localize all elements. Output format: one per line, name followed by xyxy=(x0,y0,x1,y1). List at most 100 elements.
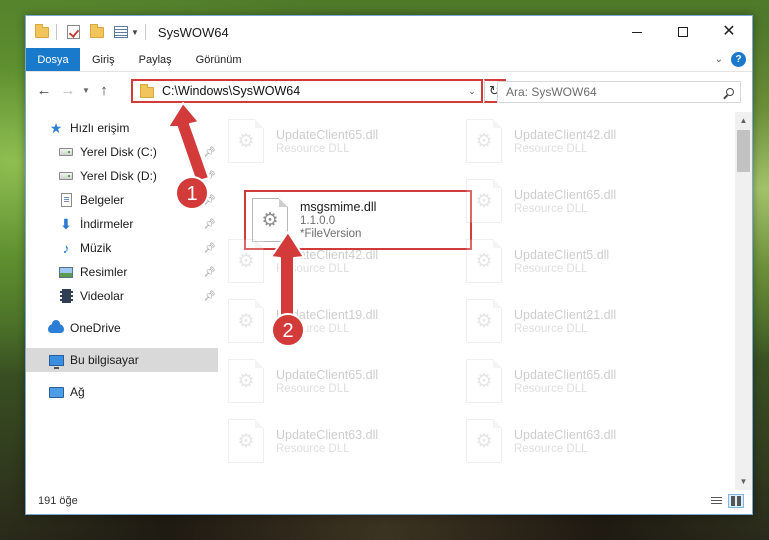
scroll-thumb[interactable] xyxy=(737,130,750,172)
file-description: Resource DLL xyxy=(276,442,350,455)
vertical-scrollbar[interactable]: ▲ ▼ xyxy=(735,112,752,490)
sidebar-item-label: Ağ xyxy=(70,385,85,399)
file-version: 1.1.0.0 xyxy=(300,215,336,227)
chevron-down-icon: ▼ xyxy=(82,85,90,95)
file-item[interactable]: ⚙ UpdateClient65.dll Resource DLL xyxy=(460,172,696,230)
documents-icon xyxy=(58,192,74,208)
pin-icon[interactable]: 📌︎ xyxy=(203,195,216,206)
chevron-down-icon[interactable]: ⌄ xyxy=(463,86,481,97)
help-icon[interactable]: ? xyxy=(731,52,746,67)
new-folder-icon[interactable] xyxy=(89,23,105,40)
file-item[interactable]: ⚙ UpdateClient63.dll Resource DLL xyxy=(222,412,458,470)
sidebar-item-onedrive[interactable]: OneDrive xyxy=(26,316,218,340)
minimize-button[interactable] xyxy=(614,16,660,48)
pin-icon[interactable]: 📌︎ xyxy=(203,171,216,182)
dll-file-icon: ⚙ xyxy=(466,179,502,223)
file-item[interactable]: ⚙ UpdateClient19.dll Resource DLL xyxy=(222,292,458,350)
music-icon: ♪ xyxy=(62,240,70,256)
maximize-button[interactable] xyxy=(660,16,706,48)
file-list: ⚙ UpdateClient65.dll Resource DLL ⚙ Updat… xyxy=(222,112,738,488)
view-switcher xyxy=(708,494,744,508)
sidebar-item-network[interactable]: Ağ xyxy=(26,380,218,404)
sidebar-item-documents[interactable]: Belgeler 📌︎ xyxy=(26,188,218,212)
download-icon: ⬇ xyxy=(60,215,72,232)
search-input[interactable] xyxy=(506,85,720,99)
dll-file-icon: ⚙ xyxy=(228,239,264,283)
file-description: Resource DLL xyxy=(514,262,588,275)
folder-icon xyxy=(140,84,154,98)
sidebar-item-local-disk-c[interactable]: Yerel Disk (C:) 📌︎ xyxy=(26,140,218,164)
file-name: UpdateClient65.dll xyxy=(514,367,617,382)
navigation-pane: ★ Hızlı erişim Yerel Disk (C:) 📌︎ Yerel … xyxy=(26,112,218,488)
window-controls: ✕ xyxy=(614,16,752,48)
file-item[interactable]: ⚙ UpdateClient21.dll Resource DLL xyxy=(460,292,696,350)
sidebar-item-label: Bu bilgisayar xyxy=(70,353,139,367)
pin-icon[interactable]: 📌︎ xyxy=(203,219,216,230)
sidebar-item-label: Hızlı erişim xyxy=(70,121,130,135)
file-item[interactable]: ⚙ UpdateClient42.dll Resource DLL xyxy=(222,232,458,290)
dll-file-icon: ⚙ xyxy=(228,359,264,403)
pin-icon[interactable]: 📌︎ xyxy=(203,291,216,302)
sidebar-item-this-pc[interactable]: Bu bilgisayar xyxy=(26,348,218,372)
file-name: UpdateClient5.dll xyxy=(514,247,610,262)
file-description: Resource DLL xyxy=(514,442,588,455)
tab-home[interactable]: Giriş xyxy=(80,48,127,71)
search-box[interactable] xyxy=(497,81,741,103)
close-button[interactable]: ✕ xyxy=(706,16,752,48)
videos-icon xyxy=(58,288,74,304)
expand-ribbon-icon[interactable]: ⌄ xyxy=(715,54,723,65)
recent-locations-button[interactable]: ▼ xyxy=(80,86,92,95)
divider xyxy=(56,24,57,40)
folder-icon xyxy=(34,23,50,40)
address-path[interactable]: C:\Windows\SysWOW64 xyxy=(162,84,463,98)
properties-check-icon[interactable] xyxy=(65,24,81,40)
customize-toolbar-icon[interactable]: ▼ xyxy=(131,28,139,37)
file-description: Resource DLL xyxy=(514,142,588,155)
pin-icon[interactable]: 📌︎ xyxy=(203,267,216,278)
pin-icon[interactable]: 📌︎ xyxy=(203,147,216,158)
file-item[interactable]: ⚙ UpdateClient5.dll Resource DLL xyxy=(460,232,696,290)
drive-icon xyxy=(58,168,74,184)
star-icon: ★ xyxy=(49,120,63,136)
file-description: Resource DLL xyxy=(514,322,588,335)
file-item[interactable]: ⚙ UpdateClient63.dll Resource DLL xyxy=(460,412,696,470)
address-bar[interactable]: C:\Windows\SysWOW64 ⌄ xyxy=(131,79,483,103)
file-description: Resource DLL xyxy=(276,382,350,395)
sidebar-item-local-disk-d[interactable]: Yerel Disk (D:) 📌︎ xyxy=(26,164,218,188)
sidebar-item-videos[interactable]: Videolar 📌︎ xyxy=(26,284,218,308)
maximize-icon xyxy=(678,27,688,37)
computer-icon xyxy=(48,352,64,369)
sidebar-item-label: Yerel Disk (C:) xyxy=(80,145,157,159)
up-button[interactable]: ↑ xyxy=(92,78,116,102)
sidebar-item-label: Yerel Disk (D:) xyxy=(80,169,157,183)
forward-button[interactable]: → xyxy=(56,78,80,102)
tab-view[interactable]: Görünüm xyxy=(184,48,254,71)
back-button[interactable]: ← xyxy=(32,78,56,102)
file-item[interactable]: ⚙ UpdateClient65.dll Resource DLL xyxy=(222,112,458,170)
sidebar-item-music[interactable]: ♪ Müzik 📌︎ xyxy=(26,236,218,260)
dll-file-icon: ⚙ xyxy=(228,119,264,163)
file-description: Resource DLL xyxy=(514,382,588,395)
tab-file[interactable]: Dosya xyxy=(26,48,80,71)
dll-file-icon: ⚙ xyxy=(466,119,502,163)
forward-arrow-icon: → xyxy=(60,81,76,99)
sidebar-item-quick-access[interactable]: ★ Hızlı erişim xyxy=(26,116,218,140)
quick-access-properties-icon[interactable] xyxy=(113,24,129,40)
file-name: UpdateClient42.dll xyxy=(514,127,617,142)
tab-share[interactable]: Paylaş xyxy=(127,48,184,71)
dll-file-icon: ⚙ xyxy=(466,299,502,343)
file-item[interactable]: ⚙ UpdateClient65.dll Resource DLL xyxy=(222,352,458,410)
search-icon[interactable] xyxy=(720,88,740,96)
pin-icon[interactable]: 📌︎ xyxy=(203,243,216,254)
sidebar-item-pictures[interactable]: Resimler 📌︎ xyxy=(26,260,218,284)
file-item[interactable]: ⚙ UpdateClient42.dll Resource DLL xyxy=(460,112,696,170)
sidebar-item-label: OneDrive xyxy=(70,321,121,335)
up-arrow-icon: ↑ xyxy=(100,81,108,99)
minimize-icon xyxy=(632,31,642,33)
ribbon-right-controls: ⌄ ? xyxy=(715,48,752,71)
large-icons-view-icon[interactable] xyxy=(728,494,744,508)
sidebar-item-downloads[interactable]: ⬇ İndirmeler 📌︎ xyxy=(26,212,218,236)
file-item[interactable]: ⚙ UpdateClient65.dll Resource DLL xyxy=(460,352,696,410)
scroll-up-icon[interactable]: ▲ xyxy=(735,112,752,129)
details-view-icon[interactable] xyxy=(708,494,724,508)
